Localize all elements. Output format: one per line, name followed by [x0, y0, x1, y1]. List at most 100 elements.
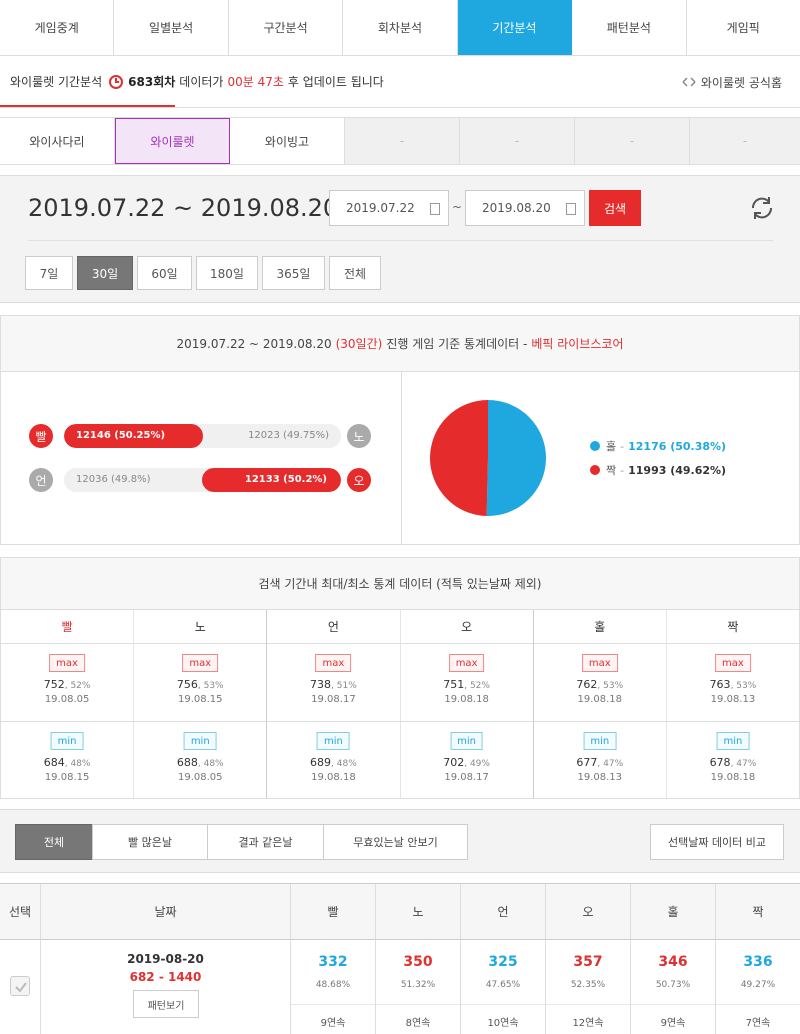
min-cell: min 689, 48% 19.08.18: [267, 722, 401, 798]
cell-streak: 9연속: [631, 1004, 715, 1029]
cell-percent: 47.65%: [485, 980, 521, 990]
start-date-input[interactable]: 2019.07.22: [329, 190, 449, 226]
cell-count: 357: [573, 954, 603, 970]
max-percent: 52%: [469, 681, 490, 691]
filter-red-many-button[interactable]: 빨 많은날: [92, 824, 208, 860]
th-over: 오: [546, 884, 631, 940]
cell-percent: 52.35%: [570, 980, 606, 990]
cell-count: 325: [488, 954, 518, 970]
min-percent: 48%: [336, 759, 357, 769]
value-cell: 332 48.68% 9연속: [291, 940, 376, 1034]
period-panel: 2019.07.22 ~ 2019.08.20 2019.07.22 ~ 201…: [0, 175, 800, 303]
pattern-view-button[interactable]: 패턴보기: [133, 990, 199, 1018]
max-value: 752, 52%: [43, 678, 91, 691]
min-count: 684: [43, 756, 65, 769]
max-count: 738: [310, 678, 332, 691]
nav-round[interactable]: 회차분석: [343, 0, 458, 55]
max-percent: 53%: [203, 681, 224, 691]
filter-hide-void-button[interactable]: 무효있는날 안보기: [323, 824, 468, 860]
update-text-2: 후 업데이트 됩니다: [287, 75, 384, 89]
max-count: 756: [176, 678, 198, 691]
max-cell: max 763, 53% 19.08.13: [667, 644, 799, 721]
legend-even-name: 짝: [606, 464, 617, 477]
over-label: 오: [347, 468, 371, 492]
legend-odd: 홀 - 12176 (50.38%): [590, 438, 726, 454]
min-badge: min: [450, 732, 484, 750]
max-value: 751, 52%: [443, 678, 490, 691]
calendar-icon: [430, 203, 440, 215]
max-date: 19.08.17: [311, 694, 356, 705]
legend-dot: [590, 465, 600, 475]
value-cell: 350 51.32% 8연속: [376, 940, 461, 1034]
row-checkbox[interactable]: [10, 976, 30, 996]
nav-gamepick[interactable]: 게임픽: [686, 0, 800, 55]
min-value: 678, 47%: [709, 756, 757, 769]
max-badge: max: [715, 654, 751, 672]
cell-streak: 9연속: [291, 1004, 375, 1029]
countdown: 00분 47초: [227, 75, 284, 89]
tab-ladder[interactable]: 와이사다리: [0, 118, 115, 164]
value-cell: 357 52.35% 12연속: [546, 940, 631, 1034]
range-all-button[interactable]: 전체: [329, 256, 381, 290]
filter-same-result-button[interactable]: 결과 같은날: [207, 824, 324, 860]
round-number: 683회차: [128, 75, 176, 89]
min-badge: min: [183, 732, 217, 750]
tab-empty: -: [460, 118, 575, 164]
max-row: max 752, 52% 19.08.05 max 756, 53% 19.08.15 ma…: [1, 644, 799, 722]
red-black-bar: 12146 (50.25%) 12023 (49.75%): [64, 424, 341, 448]
update-info-bar: 와이룰렛 기간분석 683회차 데이터가 00분 47초 후 업데이트 됩니다: [0, 56, 800, 108]
max-badge: max: [49, 654, 85, 672]
min-date: 19.08.18: [311, 772, 356, 783]
th-even: 짝: [716, 884, 800, 940]
max-date: 19.08.05: [44, 694, 90, 705]
date-cell: 2019-08-20 682 - 1440 패턴보기: [41, 940, 291, 1034]
range-30d-button[interactable]: 30일: [77, 256, 133, 290]
clock-icon: [109, 74, 124, 89]
min-badge: min: [316, 732, 350, 750]
filter-panel: 전체 빨 많은날 결과 같은날 무효있는날 안보기 선택날짜 데이터 비교: [0, 809, 800, 873]
range-365d-button[interactable]: 365일: [262, 256, 325, 290]
refresh-icon[interactable]: [748, 194, 776, 222]
search-button[interactable]: 검색: [589, 190, 641, 226]
nav-live[interactable]: 게임중계: [0, 0, 115, 55]
max-cell: max 752, 52% 19.08.05: [1, 644, 135, 721]
calendar-icon: [566, 203, 576, 215]
nav-period[interactable]: 기간분석: [457, 0, 573, 55]
th-under: 언: [461, 884, 546, 940]
min-value: 684, 48%: [43, 756, 91, 769]
filter-all-button[interactable]: 전체: [15, 824, 93, 860]
range-7d-button[interactable]: 7일: [25, 256, 73, 290]
min-row: min 684, 48% 19.08.15 min 688, 48% 19.08.05 mi…: [1, 722, 799, 798]
min-badge: min: [583, 732, 617, 750]
min-cell: min 702, 49% 19.08.17: [401, 722, 534, 798]
min-badge: min: [50, 732, 84, 750]
legend-even-value: 11993 (49.62%): [628, 463, 727, 477]
tab-bingo[interactable]: 와이빙고: [230, 118, 345, 164]
col-over: 오: [400, 610, 533, 644]
range-180d-button[interactable]: 180일: [196, 256, 258, 290]
end-date-input[interactable]: 2019.08.20: [465, 190, 585, 226]
nav-pattern[interactable]: 패턴분석: [572, 0, 687, 55]
pie-slice-odd: [486, 400, 546, 516]
official-home-link[interactable]: 와이룰렛 공식홈: [682, 56, 782, 108]
max-value: 738, 51%: [310, 678, 357, 691]
min-percent: 49%: [469, 759, 490, 769]
tab-roulette[interactable]: 와이룰렛: [115, 118, 230, 164]
max-cell: max 756, 53% 19.08.15: [134, 644, 268, 721]
min-count: 678: [709, 756, 731, 769]
min-date: 19.08.13: [577, 772, 623, 783]
min-cell: min 678, 47% 19.08.18: [667, 722, 799, 798]
black-value: 12023 (49.75%): [248, 430, 329, 441]
main-nav: 게임중계 일별분석 구간분석 회차분석 기간분석 패턴분석 게임픽: [0, 0, 800, 56]
cell-count: 336: [743, 954, 773, 970]
compare-dates-button[interactable]: 선택날짜 데이터 비교: [650, 824, 784, 860]
range-60d-button[interactable]: 60일: [137, 256, 192, 290]
nav-section[interactable]: 구간분석: [228, 0, 344, 55]
max-percent: 53%: [603, 681, 624, 691]
cell-percent: 50.73%: [655, 980, 691, 990]
min-cell: min 684, 48% 19.08.15: [1, 722, 135, 798]
divider: [401, 372, 402, 544]
max-cell: max 751, 52% 19.08.18: [401, 644, 534, 721]
cell-percent: 49.27%: [740, 980, 776, 990]
nav-daily[interactable]: 일별분석: [114, 0, 229, 55]
